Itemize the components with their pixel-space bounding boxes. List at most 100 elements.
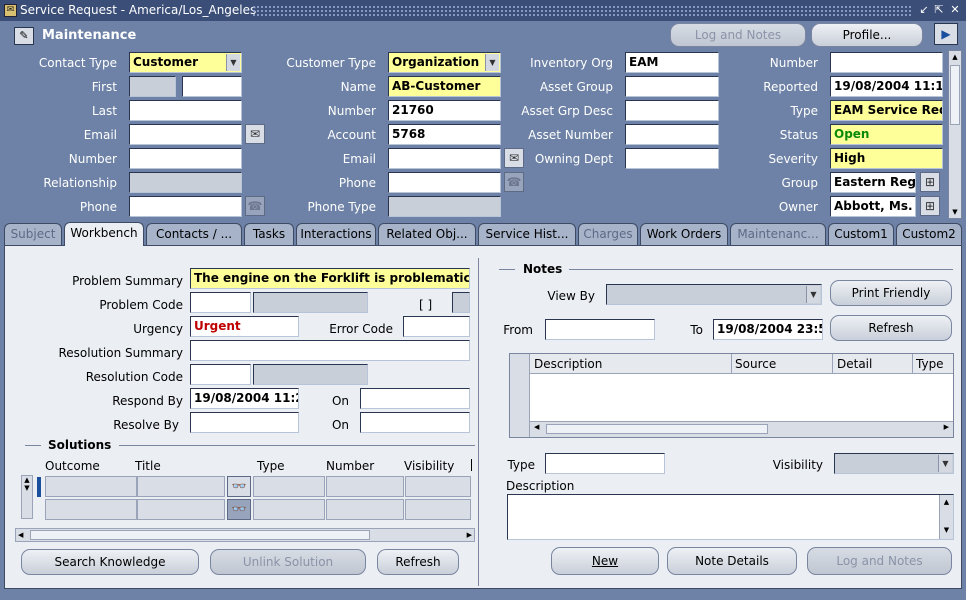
- inventory-org-field[interactable]: EAM: [625, 52, 719, 73]
- owner-lookup-icon[interactable]: ⊞: [920, 196, 940, 216]
- owning-dept-field[interactable]: [625, 148, 719, 169]
- respond-by-field[interactable]: 19/08/2004 11:27:1: [190, 388, 299, 409]
- owner-field[interactable]: Abbott, Ms. R: [830, 196, 916, 217]
- note-type-field[interactable]: [545, 453, 665, 474]
- resolve-on-field[interactable]: [360, 412, 470, 433]
- notes-table[interactable]: Description Source Detail Type ◀ ▶: [509, 353, 954, 438]
- solution-number-cell[interactable]: [326, 499, 404, 520]
- first-name-field[interactable]: [182, 76, 242, 97]
- view-by-select[interactable]: ▼: [606, 284, 822, 305]
- scroll-left-icon[interactable]: ◀: [18, 529, 23, 541]
- notes-refresh-button[interactable]: Refresh: [830, 315, 952, 341]
- scroll-right-icon[interactable]: ▶: [467, 529, 472, 541]
- error-code-field[interactable]: [403, 316, 470, 337]
- note-details-button[interactable]: Note Details: [667, 547, 797, 575]
- profile-button[interactable]: Profile...: [811, 23, 923, 47]
- solution-title-cell[interactable]: [137, 499, 225, 520]
- severity-field[interactable]: High: [830, 148, 943, 169]
- urgency-field[interactable]: Urgent: [190, 316, 299, 337]
- tab-workbench[interactable]: Workbench: [64, 222, 144, 246]
- asset-grp-desc-field[interactable]: [625, 100, 719, 121]
- asset-number-field[interactable]: [625, 124, 719, 145]
- search-knowledge-button[interactable]: Search Knowledge: [21, 549, 199, 575]
- solution-visibility-cell[interactable]: [405, 476, 471, 497]
- customer-email-field[interactable]: [388, 148, 501, 169]
- customer-name-field[interactable]: AB-Customer: [388, 76, 501, 97]
- scroll-down-icon[interactable]: ▼: [949, 206, 961, 218]
- print-friendly-button[interactable]: Print Friendly: [830, 280, 952, 306]
- solution-type-cell[interactable]: [253, 499, 325, 520]
- tab-custom1[interactable]: Custom1: [828, 223, 894, 245]
- chevron-down-icon[interactable]: ▼: [226, 54, 240, 71]
- contact-type-select[interactable]: Customer ▼: [129, 52, 242, 73]
- notes-log-and-notes-button[interactable]: Log and Notes: [807, 547, 952, 575]
- log-and-notes-button[interactable]: Log and Notes: [670, 23, 806, 47]
- scroll-left-icon[interactable]: ◀: [534, 423, 539, 431]
- solution-title-cell[interactable]: [137, 476, 225, 497]
- chevron-down-icon[interactable]: ▼: [485, 54, 499, 71]
- description-scrollbar[interactable]: ▲ ▼: [939, 495, 953, 539]
- resolve-by-field[interactable]: [190, 412, 299, 433]
- note-visibility-select[interactable]: ▼: [834, 453, 954, 474]
- tab-interactions[interactable]: Interactions: [296, 223, 376, 245]
- tab-custom2[interactable]: Custom2: [896, 223, 962, 245]
- customer-type-select[interactable]: Organization ▼: [388, 52, 501, 73]
- solution-outcome-cell[interactable]: [45, 476, 137, 497]
- new-note-button[interactable]: New: [551, 547, 659, 575]
- solution-type-cell[interactable]: [253, 476, 325, 497]
- scroll-thumb[interactable]: [950, 65, 960, 125]
- solutions-hscrollbar[interactable]: ◀ ▶: [15, 528, 475, 542]
- from-date-field[interactable]: [545, 319, 655, 340]
- solutions-row-scroll[interactable]: ▲ ▼: [21, 475, 33, 519]
- view-solution-glasses-icon[interactable]: 👓: [227, 476, 251, 497]
- tab-maintenance[interactable]: Maintenanc...: [730, 223, 826, 245]
- problem-code-field[interactable]: [190, 292, 251, 313]
- to-date-field[interactable]: 19/08/2004 23:59:5: [713, 319, 823, 340]
- unlink-solution-button[interactable]: Unlink Solution: [210, 549, 366, 575]
- scroll-up-icon[interactable]: ▲: [949, 51, 961, 63]
- account-field[interactable]: 5768: [388, 124, 501, 145]
- solutions-refresh-button[interactable]: Refresh: [377, 549, 459, 575]
- problem-summary-field[interactable]: The engine on the Forklift is problemati…: [190, 268, 470, 289]
- customer-number-field[interactable]: 21760: [388, 100, 501, 121]
- asset-group-field[interactable]: [625, 76, 719, 97]
- tab-charges[interactable]: Charges: [578, 223, 638, 245]
- group-field[interactable]: Eastern Regio: [830, 172, 916, 193]
- customer-phone-field[interactable]: [388, 172, 501, 193]
- solution-number-cell[interactable]: [326, 476, 404, 497]
- scroll-thumb[interactable]: [30, 530, 370, 540]
- phone-dial-icon[interactable]: ☎: [504, 172, 524, 192]
- chevron-down-icon[interactable]: ▼: [806, 286, 820, 303]
- header-scrollbar[interactable]: ▲ ▼: [948, 50, 962, 219]
- minimize-icon[interactable]: ↙: [918, 3, 930, 17]
- reported-field[interactable]: 19/08/2004 11:18:2: [830, 76, 943, 97]
- tab-contacts[interactable]: Contacts / ...: [146, 223, 242, 245]
- maximize-icon[interactable]: ⇱: [933, 3, 945, 17]
- last-name-field[interactable]: [129, 100, 242, 121]
- sr-type-field[interactable]: EAM Service Req: [830, 100, 943, 121]
- tab-tasks[interactable]: Tasks: [244, 223, 294, 245]
- close-icon[interactable]: ✕: [949, 3, 961, 17]
- note-description-field[interactable]: ▲ ▼: [507, 494, 954, 540]
- tab-subject[interactable]: Subject: [4, 223, 62, 245]
- solution-outcome-cell[interactable]: [45, 499, 137, 520]
- scroll-right-icon[interactable]: ▶: [944, 423, 949, 431]
- chevron-down-icon[interactable]: ▼: [938, 455, 952, 472]
- tab-service-history[interactable]: Service Hist...: [478, 223, 576, 245]
- tab-related-objects[interactable]: Related Obj...: [378, 223, 476, 245]
- next-arrow-icon[interactable]: ▶: [934, 23, 958, 45]
- scroll-thumb[interactable]: [546, 424, 768, 434]
- resolution-code-field[interactable]: [190, 364, 251, 385]
- solution-visibility-cell[interactable]: [405, 499, 471, 520]
- sr-number-field[interactable]: [830, 52, 943, 73]
- resolution-summary-field[interactable]: [190, 340, 470, 361]
- tab-work-orders[interactable]: Work Orders: [640, 223, 728, 245]
- view-solution-glasses-icon[interactable]: 👓: [227, 499, 251, 520]
- contact-number-field[interactable]: [129, 148, 242, 169]
- contact-email-field[interactable]: [129, 124, 242, 145]
- notes-hscrollbar[interactable]: ◀ ▶: [530, 421, 953, 437]
- contact-phone-field[interactable]: [129, 196, 242, 217]
- respond-on-field[interactable]: [360, 388, 470, 409]
- group-lookup-icon[interactable]: ⊞: [920, 172, 940, 192]
- status-field[interactable]: Open: [830, 124, 943, 145]
